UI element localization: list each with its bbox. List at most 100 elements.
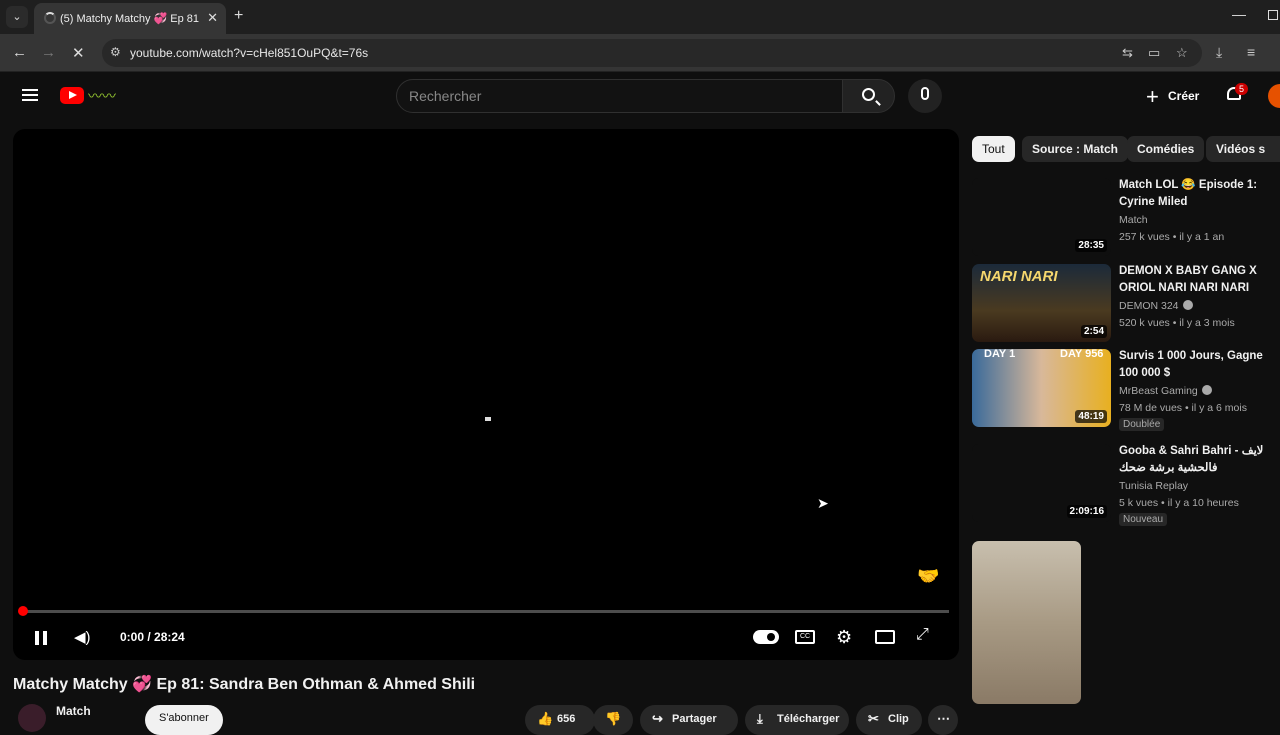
url-text[interactable]: youtube.com/watch?v=cHel851OuPQ&t=76s [130,46,368,60]
rec-channel-name: MrBeast Gaming [1119,385,1198,397]
microphone-icon [921,87,929,100]
address-bar[interactable]: ⚙ youtube.com/watch?v=cHel851OuPQ&t=76s … [102,39,1202,67]
like-count: 656 [557,713,576,725]
share-icon: ↪ [652,711,663,726]
site-info-icon[interactable]: ⚙ [110,45,121,59]
download-label: Télécharger [777,713,840,725]
subscribe-button[interactable]: S'abonner [145,705,223,735]
fullscreen-icon[interactable]: ⤢ [916,626,929,644]
buffering-indicator [485,417,491,421]
downloads-icon[interactable]: ⤓ [1216,44,1222,61]
browser-tab[interactable]: (5) Matchy Matchy 💞 Ep 81: Sa ✕ [34,3,226,34]
clip-label: Clip [888,713,909,725]
more-icon: ⋯ [937,711,950,726]
account-avatar[interactable] [1268,84,1280,108]
forward-button[interactable]: → [41,44,56,61]
tab-search-button[interactable]: ⌄ [6,6,28,28]
new-badge: Nouveau [1119,513,1168,526]
chip-comedies[interactable]: Comédies [1127,136,1205,162]
rec-meta-3: 78 M de vues • il y a 6 mois [1119,402,1247,414]
thumb-text-left: DAY 1 [984,349,1016,360]
new-tab-button[interactable]: + [234,7,243,25]
dislike-button[interactable]: 👎 [593,705,633,735]
video-player[interactable]: ➤ 🤝 ◀) 0:00 / 28:24 CC ⚙ ⤢ [13,129,959,660]
rec-channel-3[interactable]: MrBeast Gaming [1119,385,1212,397]
menu-icon[interactable] [22,89,38,101]
rec-channel-4[interactable]: Tunisia Replay [1119,480,1188,492]
minimize-window-button[interactable]: — [1232,6,1246,22]
rec-meta-4: 5 k vues • il y a 10 heures [1119,497,1239,509]
rec-thumbnail-5[interactable] [972,541,1081,704]
pause-icon[interactable] [35,631,47,645]
progress-scrubber[interactable] [18,606,28,616]
rec-duration: 2:09:16 [1066,505,1107,518]
browser-toolbar: ← → ✕ ⚙ youtube.com/watch?v=cHel851OuPQ&… [0,34,1280,72]
chip-all[interactable]: Tout [972,136,1015,162]
search-button[interactable] [842,79,895,113]
dubbed-badge: Doublée [1119,418,1165,431]
search-input[interactable] [409,88,829,104]
channel-name[interactable]: Match [56,704,91,718]
rec-duration: 48:19 [1075,410,1107,423]
chip-source-match[interactable]: Source : Match [1022,136,1129,162]
rec-title-2[interactable]: DEMON X BABY GANG X ORIOL NARI NARI NARI… [1119,263,1280,297]
thumb-text: NARI NARI [980,268,1058,285]
search-icon [862,88,875,101]
rec-thumbnail-3[interactable]: DAY 1 DAY 956 48:19 [972,349,1111,427]
back-button[interactable]: ← [12,44,27,61]
rec-channel-2[interactable]: DEMON 324 [1119,300,1193,312]
channel-watermark-icon[interactable]: 🤝 [917,566,939,587]
loading-spinner-icon [44,12,56,24]
create-label: Créer [1168,89,1200,103]
rec-thumbnail-2[interactable]: NARI NARI 2:54 [972,264,1111,342]
stop-loading-button[interactable]: ✕ [72,44,85,62]
thumbs-down-icon: 👎 [605,711,622,726]
thumbs-up-icon: 👍 [537,711,554,726]
thumb-text-right: DAY 956 [1060,349,1104,360]
download-button[interactable]: ⤓ Télécharger [745,705,849,735]
like-button[interactable]: 👍 656 [525,705,595,735]
rec-thumbnail-1[interactable]: 28:35 [972,178,1111,256]
rec-title-1[interactable]: Match LOL 😂 Episode 1: Cyrine Miled [1119,177,1280,211]
plus-icon: + [1146,84,1159,109]
rec-meta-2: 520 k vues • il y a 3 mois [1119,317,1235,329]
search-box[interactable] [396,79,843,113]
rec-duration: 2:54 [1080,325,1107,338]
reading-list-icon[interactable]: ≡ [1247,44,1255,60]
close-tab-icon[interactable]: ✕ [207,10,218,26]
time-display: 0:00 / 28:24 [120,630,185,644]
cast-icon[interactable]: ▭ [1148,45,1160,61]
settings-gear-icon[interactable]: ⚙ [836,627,852,648]
bookmark-star-icon[interactable]: ☆ [1176,45,1188,61]
theater-mode-icon[interactable] [875,630,895,644]
youtube-doodle-logo[interactable]: 〰〰 [88,86,116,106]
subtitles-icon[interactable]: CC [795,630,815,644]
verified-icon [1182,300,1193,310]
rec-channel-name: DEMON 324 [1119,300,1179,312]
download-icon: ⤓ [757,711,763,726]
verified-icon [1201,385,1212,395]
youtube-header: 〰〰 + Créer 5 [0,72,1280,122]
notification-count-badge: 5 [1235,83,1249,95]
share-label: Partager [672,713,717,725]
translate-icon[interactable]: ⇆ [1122,45,1133,61]
volume-icon[interactable]: ◀) [74,628,91,646]
video-title: Matchy Matchy 💞 Ep 81: Sandra Ben Othman… [13,676,476,693]
rec-duration: 28:35 [1075,239,1107,252]
maximize-window-button[interactable] [1268,10,1278,20]
chip-videos[interactable]: Vidéos s [1206,136,1280,162]
share-button[interactable]: ↪ Partager [640,705,738,735]
clip-button[interactable]: ✂ Clip [856,705,922,735]
autoplay-toggle[interactable] [753,630,779,644]
more-actions-button[interactable]: ⋯ [928,705,958,735]
rec-channel-1[interactable]: Match [1119,214,1148,226]
youtube-logo[interactable] [60,87,84,104]
rec-title-4[interactable]: Gooba & Sahri Bahri - لايف فالحشية برشة … [1119,443,1280,477]
browser-tabstrip: ⌄ (5) Matchy Matchy 💞 Ep 81: Sa ✕ + — [0,0,1280,34]
channel-avatar[interactable] [18,704,46,732]
progress-bar[interactable] [23,610,949,613]
rec-title-3[interactable]: Survis 1 000 Jours, Gagne 100 000 $ [1119,348,1280,382]
rec-thumbnail-4[interactable]: 2:09:16 [972,444,1111,522]
voice-search-button[interactable] [908,79,942,113]
tab-title: (5) Matchy Matchy 💞 Ep 81: Sa [60,13,200,25]
